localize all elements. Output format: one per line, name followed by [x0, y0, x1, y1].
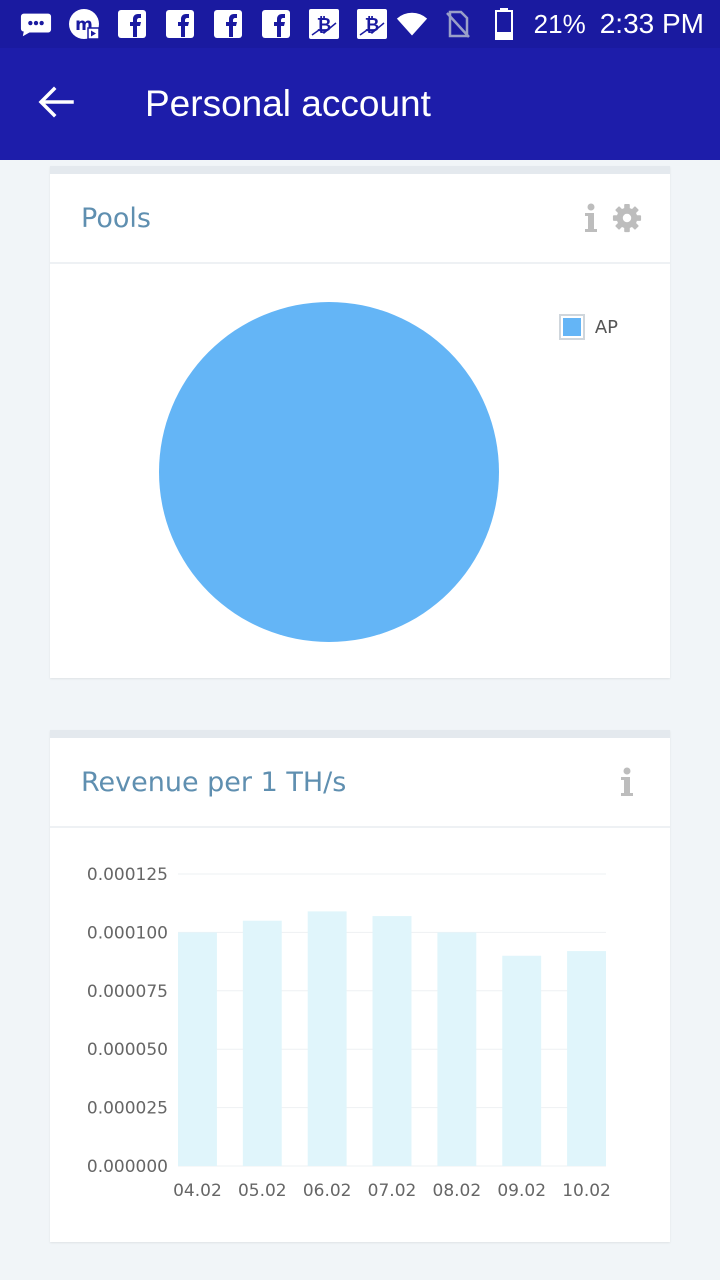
bitcoin-icon: ₿ — [356, 8, 388, 40]
pools-legend[interactable]: AP — [558, 314, 618, 340]
legend-label: AP — [594, 316, 618, 338]
bar[interactable] — [307, 911, 347, 1166]
chat-icon — [20, 8, 52, 40]
facebook-icon — [260, 8, 292, 40]
x-tick-label: 07.02 — [368, 1181, 417, 1201]
page-title: Personal account — [145, 83, 431, 124]
facebook-icon — [212, 8, 244, 40]
app-bar: Personal account — [0, 48, 720, 160]
revenue-actions — [612, 765, 642, 799]
info-icon[interactable] — [612, 765, 642, 799]
pools-card: Pools AP — [50, 166, 670, 678]
bar[interactable] — [178, 932, 217, 1166]
back-button[interactable] — [0, 48, 112, 160]
revenue-card-header: Revenue per 1 TH/s — [50, 738, 670, 828]
y-tick-label: 0.000075 — [87, 982, 168, 1002]
x-tick-label: 09.02 — [497, 1181, 546, 1201]
revenue-card: Revenue per 1 TH/s 0.000000 0.000025 0.000… — [50, 730, 670, 1242]
bar[interactable] — [502, 955, 542, 1166]
bar[interactable] — [567, 951, 606, 1166]
legend-color — [562, 318, 581, 336]
legend-swatch — [558, 314, 585, 340]
battery-icon — [488, 8, 520, 40]
no-sim-icon — [442, 8, 474, 40]
gear-icon[interactable] — [612, 201, 642, 235]
info-icon[interactable] — [576, 201, 606, 235]
bar[interactable] — [372, 916, 412, 1166]
facebook-icon — [164, 8, 196, 40]
y-tick-label: 0.000125 — [87, 865, 168, 885]
y-tick-label: 0.000025 — [87, 1099, 168, 1119]
clock: 2:33 PM — [599, 8, 704, 39]
arrow-back-icon — [38, 86, 74, 123]
bar[interactable] — [242, 920, 282, 1166]
battery-percent: 21% — [533, 8, 586, 39]
x-tick-label: 08.02 — [433, 1181, 482, 1201]
x-tick-label: 06.02 — [303, 1181, 352, 1201]
media-icon: m — [68, 8, 100, 40]
revenue-bar-chart: 0.000000 0.000025 0.000050 0.000075 0.000100… — [87, 865, 611, 1201]
notification-icons: m ₿ ₿ — [20, 8, 388, 40]
facebook-icon — [116, 8, 148, 40]
x-tick-label: 10.02 — [562, 1181, 611, 1201]
bar[interactable] — [437, 932, 477, 1166]
y-tick-label: 0.000000 — [87, 1157, 168, 1177]
pools-card-header: Pools — [50, 174, 670, 264]
pools-title: Pools — [81, 202, 151, 234]
pie-slice — [159, 302, 499, 642]
x-tick-label: 04.02 — [173, 1181, 222, 1201]
bitcoin-icon: ₿ — [308, 8, 340, 40]
y-tick-label: 0.000050 — [87, 1040, 168, 1060]
status-bar: m ₿ ₿ 21% 2:33 PM — [0, 0, 720, 48]
revenue-title: Revenue per 1 TH/s — [81, 766, 347, 798]
pools-actions — [576, 201, 642, 235]
system-icons: 21% 2:33 PM — [396, 8, 704, 40]
wifi-icon — [396, 8, 428, 40]
y-tick-label: 0.000100 — [87, 923, 168, 943]
x-tick-label: 05.02 — [238, 1181, 287, 1201]
